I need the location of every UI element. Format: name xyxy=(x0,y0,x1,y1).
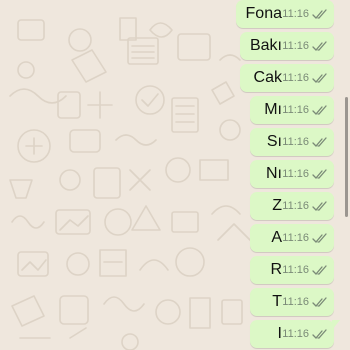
message-meta: 11:16 xyxy=(282,168,334,180)
outgoing-message[interactable]: R 11:16 xyxy=(250,256,334,284)
double-check-icon xyxy=(312,200,327,211)
double-check-icon xyxy=(312,8,327,19)
outgoing-message[interactable]: T 11:16 xyxy=(250,288,334,316)
message-meta: 11:16 xyxy=(282,72,334,84)
outgoing-message[interactable]: A 11:16 xyxy=(250,224,334,252)
message-meta: 11:16 xyxy=(282,136,334,148)
message-meta: 11:16 xyxy=(282,328,334,340)
double-check-icon xyxy=(312,40,327,51)
double-check-icon xyxy=(312,104,327,115)
message-time: 11:16 xyxy=(282,72,309,84)
double-check-icon xyxy=(312,232,327,243)
message-meta: 11:16 xyxy=(282,40,334,52)
outgoing-message[interactable]: Cak 11:16 xyxy=(240,64,334,92)
message-meta: 11:16 xyxy=(282,8,334,20)
message-time: 11:16 xyxy=(282,104,309,116)
message-text: Fona xyxy=(245,5,282,22)
message-time: 11:16 xyxy=(282,168,309,180)
outgoing-message[interactable]: I 11:16 xyxy=(250,320,340,348)
message-text: A xyxy=(271,229,282,246)
outgoing-message[interactable]: Nı 11:16 xyxy=(250,160,334,188)
outgoing-message[interactable]: Fona 11:16 xyxy=(236,0,334,28)
message-time: 11:16 xyxy=(282,264,309,276)
message-time: 11:16 xyxy=(282,328,309,340)
message-meta: 11:16 xyxy=(282,104,334,116)
outgoing-message[interactable]: Sı 11:16 xyxy=(250,128,334,156)
double-check-icon xyxy=(312,72,327,83)
message-time: 11:16 xyxy=(282,8,309,20)
outgoing-message[interactable]: Bakı 11:16 xyxy=(240,32,334,60)
message-text: Bakı xyxy=(249,37,282,54)
message-text: T xyxy=(272,293,282,310)
message-list[interactable]: Fona 11:16 Bakı 11:16 Cak 11:16 Mı 11:16… xyxy=(0,0,350,350)
message-text: I xyxy=(277,325,282,342)
outgoing-message[interactable]: Mı 11:16 xyxy=(250,96,334,124)
message-text: Cak xyxy=(253,69,282,86)
double-check-icon xyxy=(312,168,327,179)
message-meta: 11:16 xyxy=(282,296,334,308)
message-meta: 11:16 xyxy=(282,264,334,276)
double-check-icon xyxy=(312,328,327,339)
message-time: 11:16 xyxy=(282,40,309,52)
message-time: 11:16 xyxy=(282,136,309,148)
message-time: 11:16 xyxy=(282,200,309,212)
message-time: 11:16 xyxy=(282,296,309,308)
message-time: 11:16 xyxy=(282,232,309,244)
double-check-icon xyxy=(312,296,327,307)
double-check-icon xyxy=(312,264,327,275)
message-meta: 11:16 xyxy=(282,200,334,212)
scrollbar[interactable] xyxy=(345,97,348,217)
message-text: Sı xyxy=(266,133,282,150)
outgoing-message[interactable]: Z 11:16 xyxy=(250,192,334,220)
double-check-icon xyxy=(312,136,327,147)
message-text: R xyxy=(270,261,282,278)
message-text: Mı xyxy=(264,101,282,118)
message-meta: 11:16 xyxy=(282,232,334,244)
message-text: Z xyxy=(272,197,282,214)
message-text: Nı xyxy=(266,165,282,182)
